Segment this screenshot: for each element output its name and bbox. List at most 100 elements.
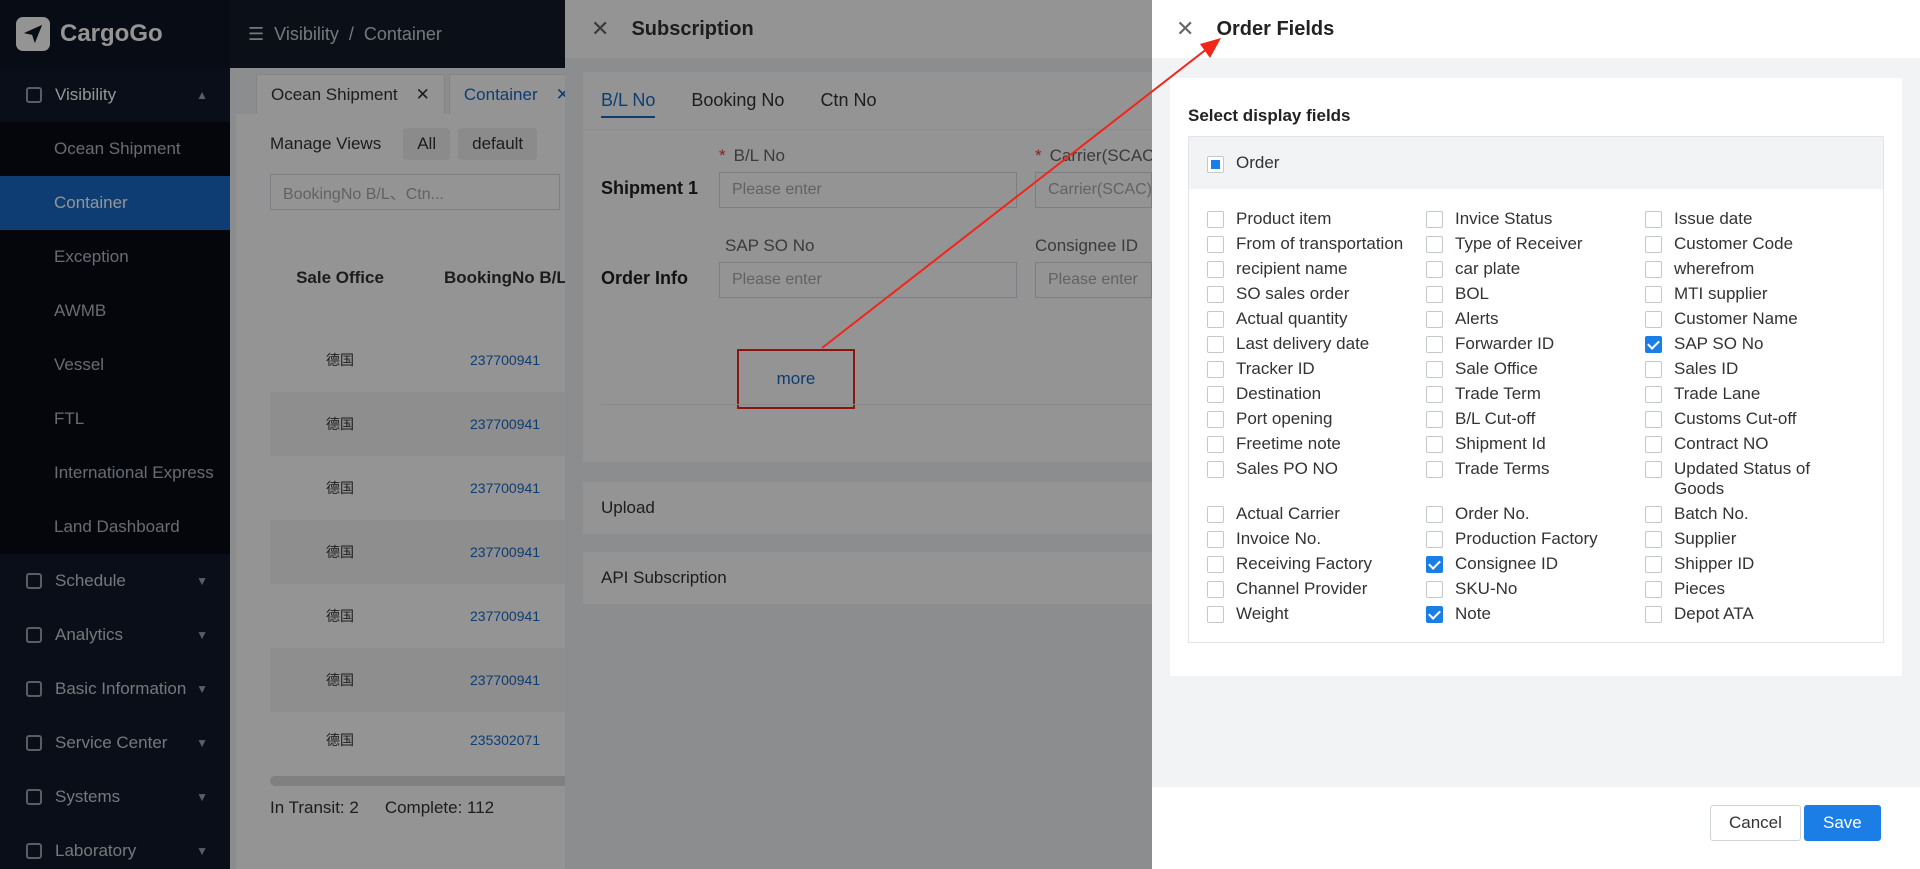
field-checkbox[interactable] xyxy=(1645,506,1662,523)
close-icon[interactable]: ✕ xyxy=(1176,16,1194,42)
field-option[interactable]: Batch No. xyxy=(1645,504,1864,524)
overlay-mask[interactable] xyxy=(565,0,1152,869)
field-option[interactable]: Customer Name xyxy=(1645,309,1864,329)
field-option[interactable]: Contract NO xyxy=(1645,434,1864,454)
field-option[interactable]: car plate xyxy=(1426,259,1645,279)
field-option[interactable]: Actual quantity xyxy=(1207,309,1426,329)
field-checkbox[interactable] xyxy=(1645,311,1662,328)
field-checkbox[interactable] xyxy=(1207,336,1224,353)
field-option[interactable]: Shipper ID xyxy=(1645,554,1864,574)
field-checkbox[interactable] xyxy=(1207,261,1224,278)
field-checkbox[interactable] xyxy=(1426,556,1443,573)
field-option[interactable]: Note xyxy=(1426,604,1645,624)
field-option[interactable]: Issue date xyxy=(1645,209,1864,229)
field-checkbox[interactable] xyxy=(1207,211,1224,228)
field-checkbox[interactable] xyxy=(1426,531,1443,548)
field-option[interactable]: Customs Cut-off xyxy=(1645,409,1864,429)
field-checkbox[interactable] xyxy=(1207,436,1224,453)
field-option[interactable]: Sales ID xyxy=(1645,359,1864,379)
field-option[interactable]: Type of Receiver xyxy=(1426,234,1645,254)
field-option[interactable]: Trade Lane xyxy=(1645,384,1864,404)
field-checkbox[interactable] xyxy=(1645,581,1662,598)
field-option[interactable]: From of transportation xyxy=(1207,234,1426,254)
field-option[interactable]: Pieces xyxy=(1645,579,1864,599)
field-checkbox[interactable] xyxy=(1426,286,1443,303)
field-option[interactable]: Supplier xyxy=(1645,529,1864,549)
field-option[interactable]: BOL xyxy=(1426,284,1645,304)
field-checkbox[interactable] xyxy=(1645,361,1662,378)
field-checkbox[interactable] xyxy=(1426,506,1443,523)
field-checkbox[interactable] xyxy=(1426,461,1443,478)
field-checkbox[interactable] xyxy=(1426,211,1443,228)
field-checkbox[interactable] xyxy=(1426,386,1443,403)
field-option[interactable]: recipient name xyxy=(1207,259,1426,279)
field-checkbox[interactable] xyxy=(1645,286,1662,303)
field-checkbox[interactable] xyxy=(1645,236,1662,253)
field-checkbox[interactable] xyxy=(1207,581,1224,598)
field-option[interactable]: Forwarder ID xyxy=(1426,334,1645,354)
field-checkbox[interactable] xyxy=(1207,286,1224,303)
field-checkbox[interactable] xyxy=(1426,236,1443,253)
field-checkbox[interactable] xyxy=(1426,336,1443,353)
field-checkbox[interactable] xyxy=(1426,581,1443,598)
field-option[interactable]: Invoice No. xyxy=(1207,529,1426,549)
save-button[interactable]: Save xyxy=(1804,805,1881,841)
field-option[interactable]: Depot ATA xyxy=(1645,604,1864,624)
field-checkbox[interactable] xyxy=(1645,531,1662,548)
field-checkbox[interactable] xyxy=(1207,461,1224,478)
field-option[interactable]: wherefrom xyxy=(1645,259,1864,279)
field-option[interactable]: B/L Cut-off xyxy=(1426,409,1645,429)
field-checkbox[interactable] xyxy=(1207,236,1224,253)
field-option[interactable]: SO sales order xyxy=(1207,284,1426,304)
field-checkbox[interactable] xyxy=(1426,361,1443,378)
field-checkbox[interactable] xyxy=(1426,311,1443,328)
field-option[interactable]: Order No. xyxy=(1426,504,1645,524)
field-checkbox[interactable] xyxy=(1645,261,1662,278)
field-checkbox[interactable] xyxy=(1207,531,1224,548)
field-option[interactable]: Invice Status xyxy=(1426,209,1645,229)
field-checkbox[interactable] xyxy=(1645,211,1662,228)
field-checkbox[interactable] xyxy=(1207,606,1224,623)
field-checkbox[interactable] xyxy=(1207,386,1224,403)
field-option[interactable]: Updated Status of Goods xyxy=(1645,459,1864,499)
field-checkbox[interactable] xyxy=(1207,411,1224,428)
field-option[interactable]: SAP SO No xyxy=(1645,334,1864,354)
field-option[interactable]: Sale Office xyxy=(1426,359,1645,379)
field-option[interactable]: Trade Term xyxy=(1426,384,1645,404)
field-checkbox[interactable] xyxy=(1207,556,1224,573)
field-checkbox[interactable] xyxy=(1645,461,1662,478)
overlay-mask[interactable] xyxy=(0,0,565,869)
field-option[interactable]: Customer Code xyxy=(1645,234,1864,254)
field-option[interactable]: Alerts xyxy=(1426,309,1645,329)
field-checkbox[interactable] xyxy=(1207,311,1224,328)
field-checkbox[interactable] xyxy=(1207,506,1224,523)
field-option[interactable]: Port opening xyxy=(1207,409,1426,429)
field-option[interactable]: Freetime note xyxy=(1207,434,1426,454)
field-option[interactable]: Production Factory xyxy=(1426,529,1645,549)
field-checkbox[interactable] xyxy=(1426,436,1443,453)
field-option[interactable]: Receiving Factory xyxy=(1207,554,1426,574)
field-option[interactable]: Last delivery date xyxy=(1207,334,1426,354)
field-option[interactable]: Weight xyxy=(1207,604,1426,624)
field-option[interactable]: SKU-No xyxy=(1426,579,1645,599)
field-checkbox[interactable] xyxy=(1645,336,1662,353)
field-option[interactable]: Trade Terms xyxy=(1426,459,1645,499)
field-checkbox[interactable] xyxy=(1645,386,1662,403)
field-checkbox[interactable] xyxy=(1426,411,1443,428)
field-option[interactable]: Product item xyxy=(1207,209,1426,229)
field-checkbox[interactable] xyxy=(1426,261,1443,278)
field-option[interactable]: Destination xyxy=(1207,384,1426,404)
field-option[interactable]: Shipment Id xyxy=(1426,434,1645,454)
field-option[interactable]: Sales PO NO xyxy=(1207,459,1426,499)
field-checkbox[interactable] xyxy=(1207,361,1224,378)
cancel-button[interactable]: Cancel xyxy=(1710,805,1801,841)
field-option[interactable]: Channel Provider xyxy=(1207,579,1426,599)
field-option[interactable]: Consignee ID xyxy=(1426,554,1645,574)
order-group-checkbox[interactable]: Order xyxy=(1189,137,1883,189)
field-option[interactable]: Tracker ID xyxy=(1207,359,1426,379)
field-checkbox[interactable] xyxy=(1645,556,1662,573)
field-option[interactable]: Actual Carrier xyxy=(1207,504,1426,524)
field-checkbox[interactable] xyxy=(1645,606,1662,623)
field-checkbox[interactable] xyxy=(1645,436,1662,453)
field-option[interactable]: MTI supplier xyxy=(1645,284,1864,304)
